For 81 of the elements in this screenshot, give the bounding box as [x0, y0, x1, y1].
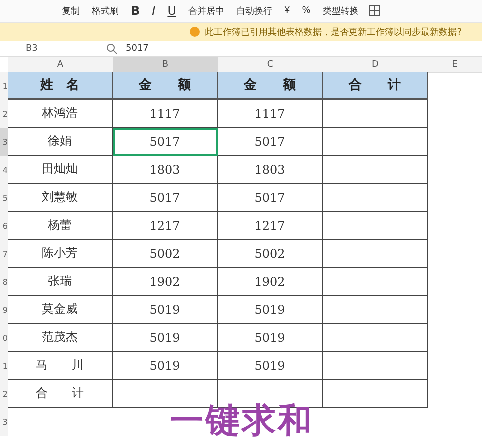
row-number[interactable]: 2 [0, 100, 8, 128]
table-cell[interactable]: 5019 [218, 352, 323, 380]
row-number[interactable]: 8 [0, 268, 8, 296]
column-header[interactable]: E [428, 57, 482, 73]
table-cell[interactable]: 1217 [113, 212, 218, 240]
row-number[interactable]: 7 [0, 240, 8, 268]
overlay-title: 一键求和 [170, 404, 314, 438]
table-cell[interactable]: 莫金威 [8, 296, 113, 324]
table-cell[interactable]: 1902 [113, 268, 218, 296]
table-cell[interactable]: 徐娟 [8, 128, 113, 156]
table-cell[interactable]: 5017 [113, 184, 218, 212]
table-cell[interactable]: 刘慧敏 [8, 184, 113, 212]
toolbar-button[interactable]: U [166, 4, 178, 18]
table-cell[interactable]: 范茂杰 [8, 324, 113, 352]
toolbar-button[interactable]: B [129, 4, 142, 18]
table-cell[interactable]: 5002 [218, 240, 323, 268]
table-cell[interactable] [323, 296, 428, 324]
header-cell: 金 额 [218, 72, 323, 100]
column-header[interactable]: A [8, 57, 113, 73]
table-cell[interactable]: 林鸿浩 [8, 100, 113, 128]
toolbar-button[interactable]: ¥ [282, 6, 292, 16]
header-cell: 金 额 [113, 72, 218, 100]
row-number[interactable]: 1 [0, 352, 8, 380]
table-cell[interactable] [323, 128, 428, 156]
table-cell[interactable]: 田灿灿 [8, 156, 113, 184]
table-cell[interactable]: 5017 [113, 128, 218, 156]
toolbar-button[interactable]: 格式刷 [90, 4, 121, 18]
row-number[interactable]: 0 [0, 324, 8, 352]
table-cell[interactable]: 5017 [218, 184, 323, 212]
toolbar-button[interactable]: 合并居中 [186, 4, 226, 18]
column-header[interactable]: D [323, 57, 428, 73]
row-number[interactable]: 5 [0, 184, 8, 212]
toolbar-button[interactable]: % [300, 6, 313, 16]
toolbar-button[interactable]: I [150, 4, 158, 18]
toolbar-button[interactable]: 类型转换 [320, 4, 361, 18]
formula-value[interactable]: 5017 [126, 44, 149, 54]
header-cell: 合 计 [323, 72, 428, 100]
row-number[interactable]: 3 [0, 128, 8, 156]
table-cell[interactable]: 合 计 [8, 380, 113, 408]
row-number[interactable]: 4 [0, 156, 8, 184]
table-cell[interactable] [323, 100, 428, 128]
row-number[interactable]: 2 [0, 380, 8, 408]
table-cell[interactable]: 5017 [218, 128, 323, 156]
cell-reference[interactable]: B3 [0, 44, 106, 54]
warning-icon [190, 27, 200, 37]
table-cell[interactable]: 杨蕾 [8, 212, 113, 240]
table-cell[interactable]: 5019 [218, 296, 323, 324]
notice-text: 此工作簿已引用其他表格数据，是否更新工作簿以同步最新数据? [205, 26, 462, 38]
column-header[interactable]: B [113, 57, 218, 73]
table-cell[interactable] [323, 212, 428, 240]
row-number[interactable]: 3 [0, 408, 8, 436]
row-number[interactable]: 1 [0, 72, 8, 100]
table-cell[interactable] [323, 184, 428, 212]
table-cell[interactable]: 陈小芳 [8, 240, 113, 268]
table-cell[interactable]: 1117 [218, 100, 323, 128]
table-cell[interactable]: 5019 [113, 352, 218, 380]
row-number[interactable]: 6 [0, 212, 8, 240]
table-cell[interactable] [323, 352, 428, 380]
toolbar-button[interactable]: 自动换行 [234, 4, 274, 18]
header-cell: 姓 名 [8, 72, 113, 100]
table-cell[interactable]: 1803 [218, 156, 323, 184]
toolbar-button[interactable]: 复制 [60, 4, 82, 18]
borders-icon[interactable] [368, 5, 381, 17]
table-cell[interactable]: 5019 [218, 324, 323, 352]
table-cell[interactable]: 1902 [218, 268, 323, 296]
table-cell[interactable]: 马 川 [8, 352, 113, 380]
table-cell[interactable]: 1803 [113, 156, 218, 184]
table-cell[interactable]: 1217 [218, 212, 323, 240]
table-cell[interactable]: 5019 [113, 296, 218, 324]
table-cell[interactable] [323, 240, 428, 268]
table-cell[interactable]: 1117 [113, 100, 218, 128]
table-cell[interactable] [323, 268, 428, 296]
table-cell[interactable] [323, 156, 428, 184]
table-cell[interactable]: 张瑞 [8, 268, 113, 296]
table-cell[interactable]: 5002 [113, 240, 218, 268]
table-cell[interactable] [323, 380, 428, 408]
table-cell[interactable]: 5019 [113, 324, 218, 352]
column-header[interactable]: C [218, 57, 323, 73]
table-cell[interactable] [323, 324, 428, 352]
row-number[interactable]: 9 [0, 296, 8, 324]
zoom-icon[interactable] [106, 42, 118, 54]
